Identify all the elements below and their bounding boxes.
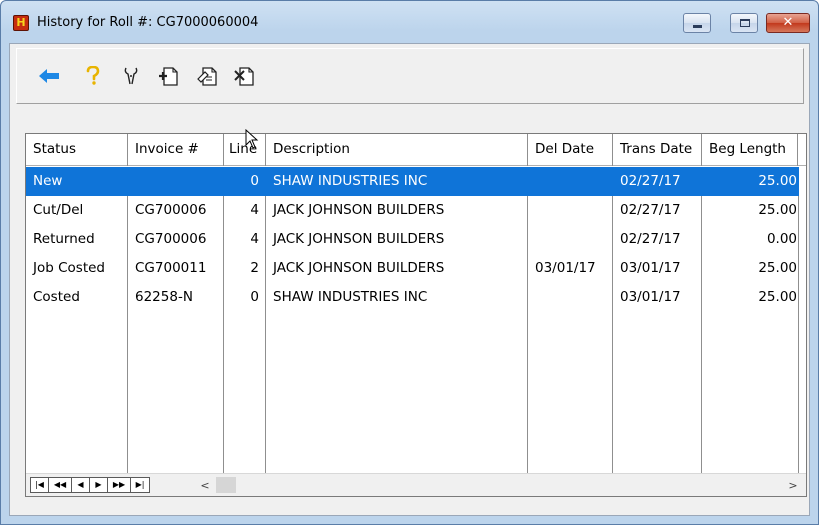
cell-beg-length: 25.00 — [758, 289, 797, 305]
cell-line: 0 — [250, 289, 259, 305]
minimize-button[interactable] — [683, 13, 711, 33]
horizontal-scroll-thumb[interactable] — [216, 477, 236, 493]
grid-header: Status Invoice # Line Description Del Da… — [26, 134, 806, 166]
history-window: H History for Roll #: CG7000060004 ✕ Sta… — [0, 0, 819, 525]
column-header-beg-length[interactable]: Beg Length — [702, 134, 798, 166]
cell-description: JACK JOHNSON BUILDERS — [273, 260, 445, 276]
window-title: History for Roll #: CG7000060004 — [37, 15, 259, 30]
app-icon: H — [13, 15, 29, 31]
column-header-del-date[interactable]: Del Date — [528, 134, 613, 166]
table-row[interactable]: Job Costed CG700011 2 JACK JOHNSON BUILD… — [26, 254, 799, 283]
maximize-icon — [740, 19, 750, 27]
record-navigator: |◀ ◀◀ ◀ ▶ ▶▶ ▶| — [30, 477, 150, 493]
back-arrow-icon — [39, 69, 59, 83]
tools-icon — [124, 67, 138, 85]
cell-del-date — [528, 167, 612, 196]
add-document-icon — [159, 67, 178, 86]
cell-status: New — [33, 173, 63, 189]
delete-button[interactable] — [231, 63, 257, 89]
tools-button[interactable] — [118, 63, 144, 89]
column-header-description[interactable]: Description — [266, 134, 528, 166]
column-header-status[interactable]: Status — [26, 134, 128, 166]
grid-navigator: |◀ ◀◀ ◀ ▶ ▶▶ ▶| < > — [26, 473, 806, 496]
question-icon — [86, 66, 100, 85]
cell-line: 0 — [250, 173, 259, 189]
table-row[interactable]: Costed 62258-N 0 SHAW INDUSTRIES INC 03/… — [26, 283, 799, 312]
add-button[interactable] — [155, 63, 181, 89]
cell-del-date — [528, 225, 612, 254]
previous-record-button[interactable]: ◀ — [72, 478, 90, 492]
cell-beg-length: 0.00 — [766, 231, 797, 247]
cell-trans-date: 03/01/17 — [620, 260, 681, 276]
back-button[interactable] — [36, 63, 62, 89]
cell-line: 4 — [250, 202, 259, 218]
cell-beg-length: 25.00 — [758, 202, 797, 218]
cell-status: Job Costed — [33, 260, 105, 276]
cell-description: JACK JOHNSON BUILDERS — [273, 231, 445, 247]
next-page-button[interactable]: ▶▶ — [108, 478, 131, 492]
cell-line: 2 — [250, 260, 259, 276]
cell-invoice: 62258-N — [135, 289, 193, 305]
cell-description: JACK JOHNSON BUILDERS — [273, 202, 445, 218]
next-record-button[interactable]: ▶ — [90, 478, 108, 492]
delete-document-icon — [234, 67, 254, 86]
first-record-button[interactable]: |◀ — [31, 478, 49, 492]
cell-invoice: CG700011 — [135, 260, 207, 276]
cell-beg-length: 25.00 — [758, 173, 797, 189]
cell-del-date: 03/01/17 — [535, 260, 596, 276]
cell-description: SHAW INDUSTRIES INC — [273, 289, 428, 305]
column-header-invoice[interactable]: Invoice # — [128, 134, 224, 166]
minimize-icon — [693, 25, 702, 28]
mouse-cursor-icon — [245, 129, 259, 149]
scroll-left-button[interactable]: < — [196, 478, 214, 493]
cell-trans-date: 02/27/17 — [620, 173, 681, 189]
history-grid: Status Invoice # Line Description Del Da… — [25, 133, 807, 497]
cell-status: Returned — [33, 231, 95, 247]
cell-del-date — [528, 196, 612, 225]
grid-body: New 0 SHAW INDUSTRIES INC 02/27/17 25.00… — [26, 167, 806, 473]
cell-description: SHAW INDUSTRIES INC — [273, 173, 428, 189]
last-record-button[interactable]: ▶| — [131, 478, 149, 492]
close-button[interactable]: ✕ — [766, 13, 810, 33]
table-row[interactable]: New 0 SHAW INDUSTRIES INC 02/27/17 25.00 — [26, 167, 799, 196]
maximize-button[interactable] — [730, 13, 758, 33]
cell-invoice: CG700006 — [135, 231, 207, 247]
cell-del-date — [528, 283, 612, 312]
cell-beg-length: 25.00 — [758, 260, 797, 276]
cell-invoice — [128, 167, 223, 196]
client-area: Status Invoice # Line Description Del Da… — [9, 43, 810, 516]
help-button[interactable] — [80, 63, 106, 89]
cell-trans-date: 03/01/17 — [620, 289, 681, 305]
title-bar[interactable]: H History for Roll #: CG7000060004 ✕ — [1, 1, 818, 35]
close-icon: ✕ — [782, 15, 794, 30]
toolbar — [16, 48, 804, 104]
column-header-trans-date[interactable]: Trans Date — [613, 134, 702, 166]
cell-trans-date: 02/27/17 — [620, 231, 681, 247]
cell-invoice: CG700006 — [135, 202, 207, 218]
cell-status: Cut/Del — [33, 202, 84, 218]
previous-page-button[interactable]: ◀◀ — [49, 478, 72, 492]
edit-button[interactable] — [194, 63, 220, 89]
edit-document-icon — [197, 67, 217, 86]
cell-trans-date: 02/27/17 — [620, 202, 681, 218]
cell-line: 4 — [250, 231, 259, 247]
table-row[interactable]: Returned CG700006 4 JACK JOHNSON BUILDER… — [26, 225, 799, 254]
scroll-right-button[interactable]: > — [784, 478, 802, 493]
table-row[interactable]: Cut/Del CG700006 4 JACK JOHNSON BUILDERS… — [26, 196, 799, 225]
cell-status: Costed — [33, 289, 80, 305]
